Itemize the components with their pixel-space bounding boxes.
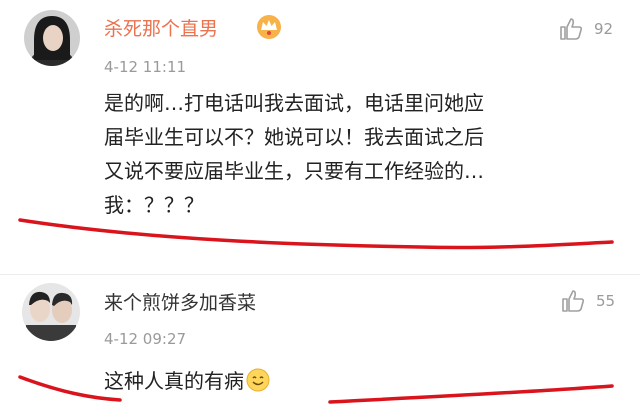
comment-line: 这种人真的有病 [104, 364, 624, 398]
comment-text: 这种人真的有病 [104, 364, 624, 398]
username[interactable]: 来个煎饼多加香菜 [104, 288, 256, 315]
smile-emoji-icon [246, 368, 270, 392]
comment-item: 来个煎饼多加香菜 4-12 09:27 55 这种人真的有病 [0, 0, 640, 393]
thumbs-up-icon [562, 290, 585, 312]
like-count: 55 [596, 292, 616, 310]
comment-line: 又说不要应届毕业生，只要有工作经验的… [104, 159, 484, 183]
comment-line: 我：？？？ [104, 193, 204, 217]
avatar[interactable] [22, 283, 80, 341]
comment-line-text: 这种人真的有病 [104, 369, 244, 393]
comment-time: 4-12 09:27 [104, 330, 187, 348]
divider [0, 274, 640, 275]
comment-line: 届毕业生可以不？她说可以！我去面试之后 [104, 125, 484, 149]
like-button[interactable]: 55 [560, 288, 615, 314]
